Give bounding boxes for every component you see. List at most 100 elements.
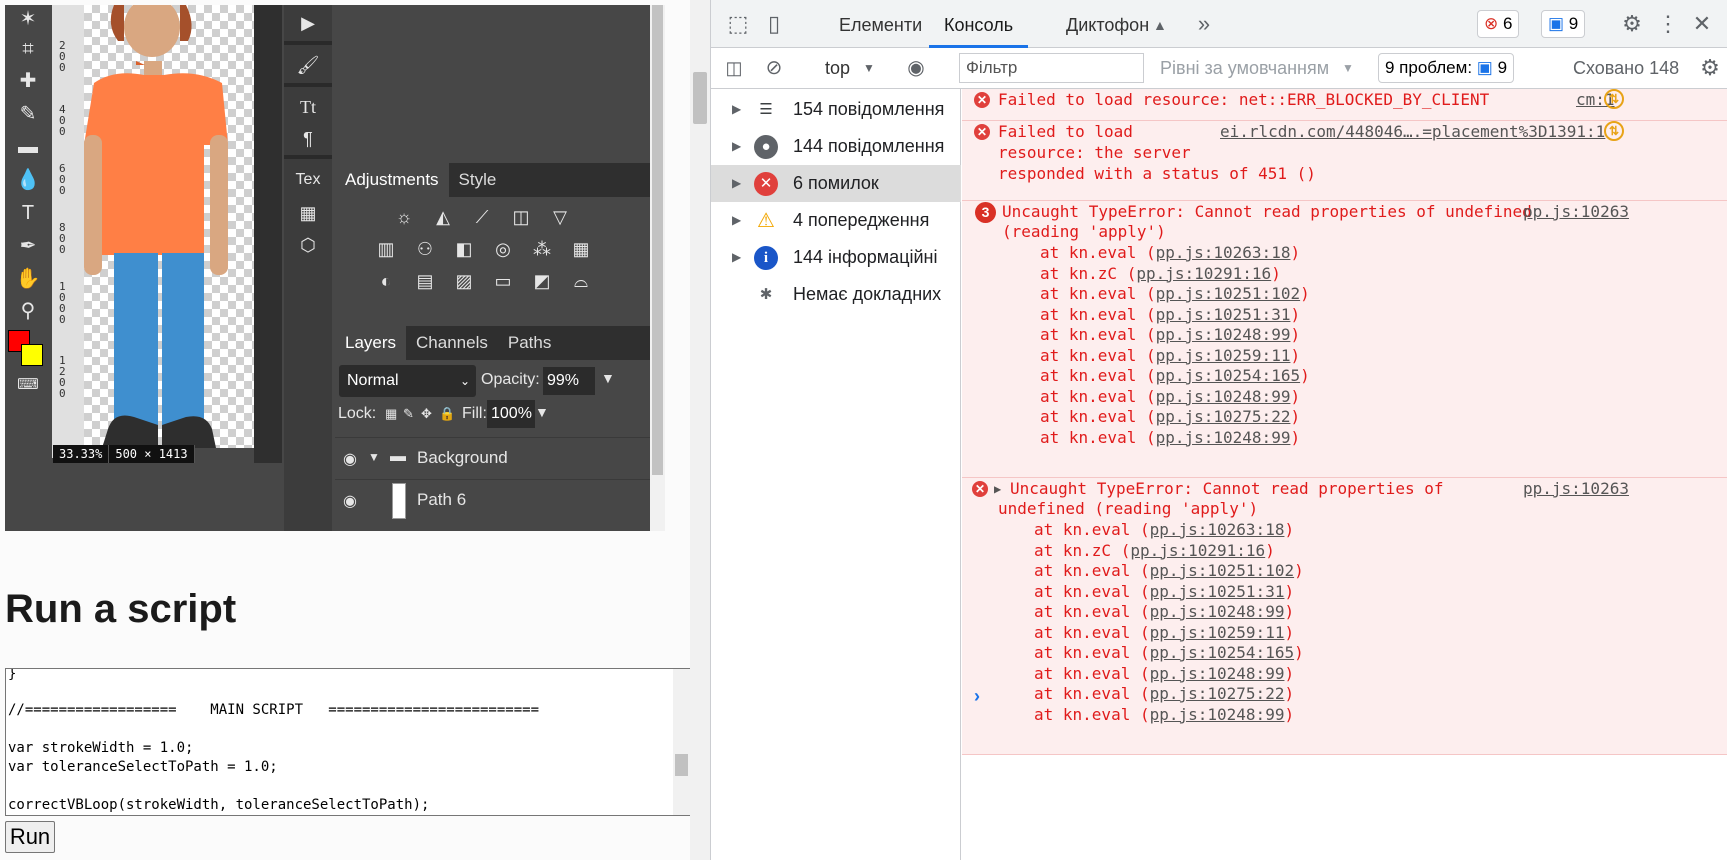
selective-color-icon[interactable]: ◩ (530, 269, 554, 293)
3d-icon[interactable]: ⬡ (284, 227, 332, 263)
sidebar-item-info[interactable]: ▶ i 144 інформаційні (711, 239, 961, 276)
eye-icon[interactable]: ◉ (343, 491, 357, 511)
color-balance-icon[interactable]: ⚇ (413, 237, 437, 261)
eye-icon[interactable]: ◉ (901, 48, 931, 88)
black-white-icon[interactable]: ◧ (452, 237, 476, 261)
zoom-icon[interactable]: ⚲ (13, 297, 43, 325)
tab-elements[interactable]: Елементи (839, 0, 922, 48)
stack-frame-link[interactable]: pp.js:10248:99 (1156, 325, 1291, 344)
image-icon[interactable]: ▦ (284, 195, 332, 231)
eye-icon[interactable]: ◉ (343, 449, 357, 469)
message-badge[interactable]: ▣ 9 (1541, 10, 1586, 38)
stack-frame-link[interactable]: pp.js:10251:102 (1150, 561, 1295, 580)
unsafe-link-icon[interactable]: ⇅ (1604, 121, 1624, 141)
gradient-map-icon[interactable]: ▭ (491, 269, 515, 293)
chevron-down-icon[interactable]: ▼ (1342, 48, 1354, 88)
run-button[interactable]: Run (5, 821, 55, 853)
lock-position-icon[interactable]: ✥ (421, 404, 432, 424)
stack-frame-link[interactable]: pp.js:10248:99 (1156, 428, 1291, 447)
tab-style[interactable]: Style (449, 163, 507, 197)
stack-frame-link[interactable]: pp.js:10259:11 (1150, 623, 1285, 642)
sidebar-item-messages[interactable]: ▶ ☰ 154 повідомлення (711, 91, 961, 128)
tab-console[interactable]: Консоль (929, 0, 1029, 48)
stack-frame-link[interactable]: pp.js:10275:22 (1150, 684, 1285, 703)
stack-frame-link[interactable]: pp.js:10248:99 (1156, 387, 1291, 406)
expand-arrow-icon[interactable]: ▶ (732, 239, 741, 276)
crop-icon[interactable]: ⌗ (13, 35, 43, 63)
vibrance-icon[interactable]: ▽ (548, 205, 572, 229)
type-icon[interactable]: T (13, 199, 43, 227)
tab-paths[interactable]: Paths (498, 326, 561, 360)
source-link[interactable]: ei.rlcdn.com/448046….=placement%3D1391:1 (1220, 121, 1605, 144)
color-lookup-icon[interactable]: ▦ (569, 237, 593, 261)
stack-frame-link[interactable]: pp.js:10248:99 (1150, 705, 1285, 724)
tab-layers[interactable]: Layers (335, 326, 407, 360)
console-error-group[interactable]: ✕ ▶ Uncaught TypeError: Cannot read prop… (962, 478, 1727, 755)
channel-mixer-icon[interactable]: ⁂ (530, 237, 554, 261)
blur-icon[interactable]: 💧 (13, 166, 43, 194)
paragraph-icon[interactable]: ¶ (284, 121, 332, 157)
brightness-icon[interactable]: ☼ (392, 205, 416, 229)
stack-frame-link[interactable]: pp.js:10251:102 (1156, 284, 1301, 303)
document-canvas[interactable] (84, 5, 254, 448)
script-textarea[interactable]: } //================== MAIN SCRIPT =====… (5, 668, 691, 816)
brush-icon[interactable]: ✎ (13, 100, 43, 128)
layer-name[interactable]: Background (417, 448, 508, 468)
more-options-icon[interactable]: ⋮ (1653, 0, 1683, 48)
stack-frame-link[interactable]: pp.js:10275:22 (1156, 407, 1291, 426)
sidebar-item-errors[interactable]: ▶ ✕ 6 помилок (711, 165, 961, 202)
brush-settings-icon[interactable]: 🖌 (284, 47, 332, 83)
log-levels-select[interactable]: Рівні за умовчанням (1160, 48, 1329, 88)
chevron-down-icon[interactable]: ▼ (368, 450, 380, 464)
shadows-highlights-icon[interactable]: ⌓ (569, 269, 593, 293)
fill-input[interactable]: 100% (487, 400, 535, 428)
textarea-scrollbar[interactable] (673, 669, 690, 815)
expand-arrow-icon[interactable]: ▶ (732, 202, 741, 239)
stack-frame-link[interactable]: pp.js:10248:99 (1150, 664, 1285, 683)
console-prompt-icon[interactable]: › (974, 686, 980, 707)
blend-mode-select[interactable]: Normal ⌄ (339, 365, 476, 397)
stack-frame-link[interactable]: pp.js:10263:18 (1156, 243, 1291, 262)
keyboard-icon[interactable]: ⌨ (13, 371, 43, 399)
layer-row[interactable]: ◉ ▼ ▬ Background (335, 437, 650, 479)
layer-row[interactable]: ◉ Path 6 (335, 479, 650, 521)
issues-button[interactable]: 9 проблем: ▣ 9 (1378, 53, 1515, 83)
lock-transparency-icon[interactable]: ▦ (385, 404, 397, 424)
opacity-dropdown-icon[interactable]: ▼ (601, 368, 615, 388)
settings-icon[interactable]: ⚙ (1617, 0, 1647, 48)
inspect-icon[interactable]: ⬚ (723, 0, 753, 48)
console-error[interactable]: ✕ Failed to load resource: net::ERR_BLOC… (962, 89, 1727, 121)
tab-adjustments[interactable]: Adjustments (335, 163, 449, 197)
tab-recorder[interactable]: Диктофон (1066, 0, 1149, 48)
character-icon[interactable]: Tt (284, 89, 332, 125)
pen-icon[interactable]: ✒ (13, 232, 43, 260)
fill-dropdown-icon[interactable]: ▼ (535, 402, 549, 422)
tab-channels[interactable]: Channels (406, 326, 498, 360)
scrollbar-thumb[interactable] (693, 72, 707, 124)
sidebar-item-user-messages[interactable]: ▶ ● 144 повідомлення (711, 128, 961, 165)
unsafe-link-icon[interactable]: ⇅ (1604, 89, 1624, 109)
posterize-icon[interactable]: ▤ (413, 269, 437, 293)
lock-pixels-icon[interactable]: ✎ (403, 404, 414, 424)
sidebar-item-warnings[interactable]: ▶ ⚠ 4 попередження (711, 202, 961, 239)
scrollbar-thumb[interactable] (675, 754, 688, 776)
background-color-swatch[interactable] (21, 344, 43, 366)
levels-icon[interactable]: ◭ (431, 205, 455, 229)
stack-frame-link[interactable]: pp.js:10254:165 (1156, 366, 1301, 385)
hand-icon[interactable]: ✋ (13, 265, 43, 293)
clear-console-icon[interactable]: ⊘ (759, 48, 789, 88)
stack-frame-link[interactable]: pp.js:10254:165 (1150, 643, 1295, 662)
gradient-icon[interactable]: ▬ (13, 133, 43, 161)
exposure-icon[interactable]: ◫ (509, 205, 533, 229)
page-scrollbar[interactable] (690, 0, 710, 860)
lock-all-icon[interactable]: 🔒 (439, 404, 455, 424)
expand-arrow-icon[interactable]: ▶ (732, 165, 741, 202)
source-link[interactable]: pp.js:10263 (1523, 478, 1629, 501)
sidebar-toggle-icon[interactable]: ◫ (719, 48, 749, 88)
opacity-input[interactable]: 99% (543, 367, 595, 395)
stack-frame-link[interactable]: pp.js:10263:18 (1150, 520, 1285, 539)
settings-icon[interactable]: ⚙ (1695, 48, 1725, 88)
context-select[interactable]: top (825, 48, 850, 88)
filter-input[interactable]: Фільтр (959, 53, 1144, 83)
mini-tex-label[interactable]: Tex (284, 162, 332, 198)
